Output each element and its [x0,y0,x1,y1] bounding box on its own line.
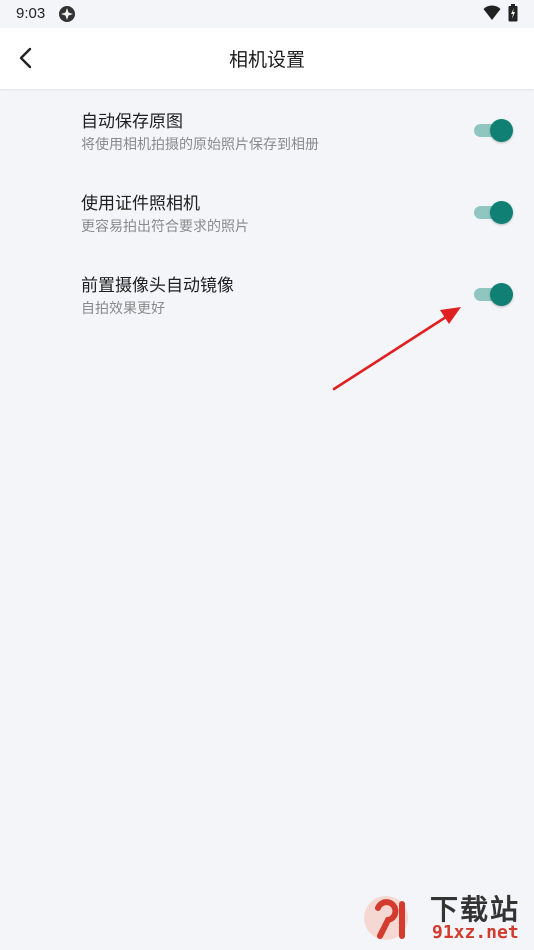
status-time: 9:03 [16,5,46,22]
app-header: 相机设置 [0,28,534,89]
settings-list: 自动保存原图 将使用相机拍摄的原始照片保存到相册 使用证件照相机 更容易拍出符合… [0,89,534,335]
toggle-thumb [490,201,513,224]
setting-subtitle: 更容易拍出符合要求的照片 [81,219,249,235]
watermark-logo [364,896,408,940]
watermark-url: 91xz.net [432,922,519,943]
status-bar: 9:03 [0,0,534,28]
setting-title: 自动保存原图 [81,112,183,132]
app-notification-icon [59,6,75,22]
setting-subtitle: 自拍效果更好 [81,301,165,317]
page-title: 相机设置 [228,49,305,71]
battery-charging-icon [508,4,518,22]
front-camera-mirror-toggle[interactable] [474,282,514,306]
watermark: 下载站 91xz.net [356,886,534,948]
setting-auto-save-original: 自动保存原图 将使用相机拍摄的原始照片保存到相册 [0,89,534,171]
setting-subtitle: 将使用相机拍摄的原始照片保存到相册 [81,137,319,153]
wifi-icon [483,5,501,20]
red-arrow-annotation [332,307,461,391]
setting-id-photo-camera: 使用证件照相机 更容易拍出符合要求的照片 [0,171,534,253]
setting-title: 前置摄像头自动镜像 [81,276,234,296]
id-photo-camera-toggle[interactable] [474,200,514,224]
toggle-thumb [490,283,513,306]
toggle-thumb [490,119,513,142]
setting-title: 使用证件照相机 [81,194,200,214]
auto-save-original-toggle[interactable] [474,118,514,142]
